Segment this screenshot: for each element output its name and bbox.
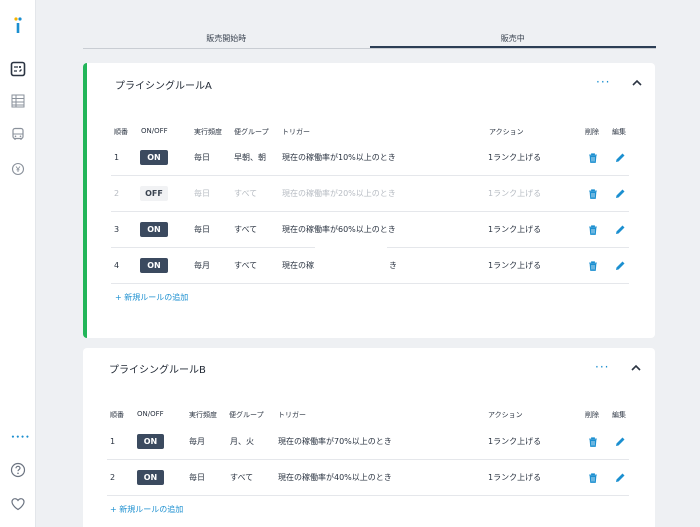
pencil-icon[interactable] (614, 260, 626, 272)
row-frequency: 毎日 (194, 153, 210, 162)
col-delete: 削除 (585, 411, 599, 419)
pencil-icon[interactable] (614, 436, 626, 448)
on-toggle[interactable]: ON (140, 258, 168, 273)
col-frequency: 実行頻度 (194, 128, 222, 136)
col-frequency: 実行頻度 (189, 411, 217, 419)
row-trigger-tail: き (389, 261, 397, 270)
trash-icon[interactable] (587, 260, 599, 272)
table-row: 1 ON 毎日 早朝、朝 現在の稼働率が10%以上のとき 1ランク上げる (111, 140, 629, 176)
col-edit: 編集 (612, 128, 626, 136)
pencil-icon[interactable] (614, 152, 626, 164)
row-action: 1ランク上げる (488, 153, 542, 162)
on-toggle[interactable]: ON (137, 434, 164, 449)
row-action: 1ランク上げる (488, 189, 542, 198)
col-edit: 編集 (612, 411, 626, 419)
app-logo-icon[interactable] (12, 16, 24, 34)
card-title: プライシングルールA (115, 81, 212, 92)
dashboard-icon[interactable] (9, 60, 27, 78)
table-row: 2 ON 毎日 すべて 現在の稼働率が40%以上のとき 1ランク上げる (107, 460, 629, 496)
row-order: 2 (110, 473, 116, 482)
table-row: 2 OFF 毎日 すべて 現在の稼働率が20%以上のとき 1ランク上げる (111, 176, 629, 212)
tab-sales-start[interactable]: 販売開始時 (83, 32, 370, 48)
pricing-rule-card-b: プライシングルールB ··· 順番 ON/OFF 実行頻度 便グループ トリガー… (83, 348, 655, 527)
row-trigger: 現在の稼働率が40%以上のとき (278, 473, 392, 482)
row-group: 早朝、朝 (234, 153, 266, 162)
col-action: アクション (488, 411, 523, 419)
col-order: 順番 (114, 128, 128, 136)
row-action: 1ランク上げる (488, 225, 542, 234)
col-group: 便グループ (229, 411, 264, 419)
on-toggle[interactable]: ON (137, 470, 164, 485)
chevron-up-icon[interactable] (631, 78, 643, 88)
row-group: すべて (234, 261, 258, 270)
row-group: すべて (230, 473, 254, 482)
row-trigger: 現在の稼 (282, 261, 314, 270)
col-order: 順番 (110, 411, 124, 419)
row-trigger: 現在の稼働率が20%以上のとき (282, 189, 396, 198)
chevron-up-icon[interactable] (630, 363, 642, 373)
row-order: 2 (114, 189, 120, 198)
add-rule-link[interactable]: + 新規ルールの追加 (115, 292, 188, 303)
row-trigger: 現在の稼働率が10%以上のとき (282, 153, 396, 162)
on-toggle[interactable]: ON (140, 150, 168, 165)
sidebar: •••• (0, 0, 36, 527)
bus-icon[interactable] (9, 125, 27, 143)
row-frequency: 毎日 (189, 473, 205, 482)
row-frequency: 毎月 (189, 437, 205, 446)
col-delete: 削除 (585, 128, 599, 136)
trash-icon[interactable] (587, 224, 599, 236)
row-order: 1 (114, 153, 120, 162)
overlay-mask (315, 235, 387, 283)
row-order: 4 (114, 261, 120, 270)
col-action: アクション (489, 128, 524, 136)
row-action: 1ランク上げる (488, 261, 542, 270)
row-order: 1 (110, 437, 116, 446)
pencil-icon[interactable] (614, 224, 626, 236)
tab-on-sale[interactable]: 販売中 (369, 32, 656, 48)
yen-coin-icon[interactable] (9, 160, 27, 178)
row-action: 1ランク上げる (488, 473, 542, 482)
table-icon[interactable] (9, 92, 27, 110)
more-options-icon[interactable]: ··· (595, 361, 609, 373)
row-group: すべて (234, 225, 258, 234)
trash-icon[interactable] (587, 472, 599, 484)
trash-icon[interactable] (587, 188, 599, 200)
col-trigger: トリガー (278, 411, 306, 419)
col-trigger: トリガー (282, 128, 310, 136)
pricing-rule-card-a: プライシングルールA ··· 順番 ON/OFF 実行頻度 便グループ トリガー… (83, 63, 655, 338)
card-title: プライシングルールB (109, 365, 206, 376)
trash-icon[interactable] (587, 152, 599, 164)
table-row: 1 ON 毎月 月、火 現在の稼働率が70%以上のとき 1ランク上げる (107, 424, 629, 460)
pencil-icon[interactable] (614, 472, 626, 484)
row-frequency: 毎日 (194, 189, 210, 198)
dots-indicator: •••• (11, 434, 31, 441)
add-rule-link[interactable]: + 新規ルールの追加 (110, 504, 183, 515)
row-group: 月、火 (230, 437, 254, 446)
more-options-icon[interactable]: ··· (596, 76, 610, 88)
row-trigger: 現在の稼働率が70%以上のとき (278, 437, 392, 446)
trash-icon[interactable] (587, 436, 599, 448)
row-group: すべて (234, 189, 258, 198)
row-frequency: 毎月 (194, 261, 210, 270)
table-header: 順番 ON/OFF 実行頻度 便グループ トリガー アクション 削除 編集 (83, 410, 655, 420)
pencil-icon[interactable] (614, 188, 626, 200)
heart-icon[interactable] (9, 495, 27, 513)
table-header: 順番 ON/OFF 実行頻度 便グループ トリガー アクション 削除 編集 (87, 127, 655, 137)
tab-bar: 販売開始時 販売中 (83, 32, 656, 49)
off-toggle[interactable]: OFF (140, 186, 168, 201)
on-toggle[interactable]: ON (140, 222, 168, 237)
row-order: 3 (114, 225, 120, 234)
col-group: 便グループ (234, 128, 269, 136)
row-frequency: 毎日 (194, 225, 210, 234)
row-action: 1ランク上げる (488, 437, 542, 446)
help-icon[interactable] (9, 461, 27, 479)
col-onoff: ON/OFF (137, 410, 164, 418)
col-onoff: ON/OFF (141, 127, 168, 135)
